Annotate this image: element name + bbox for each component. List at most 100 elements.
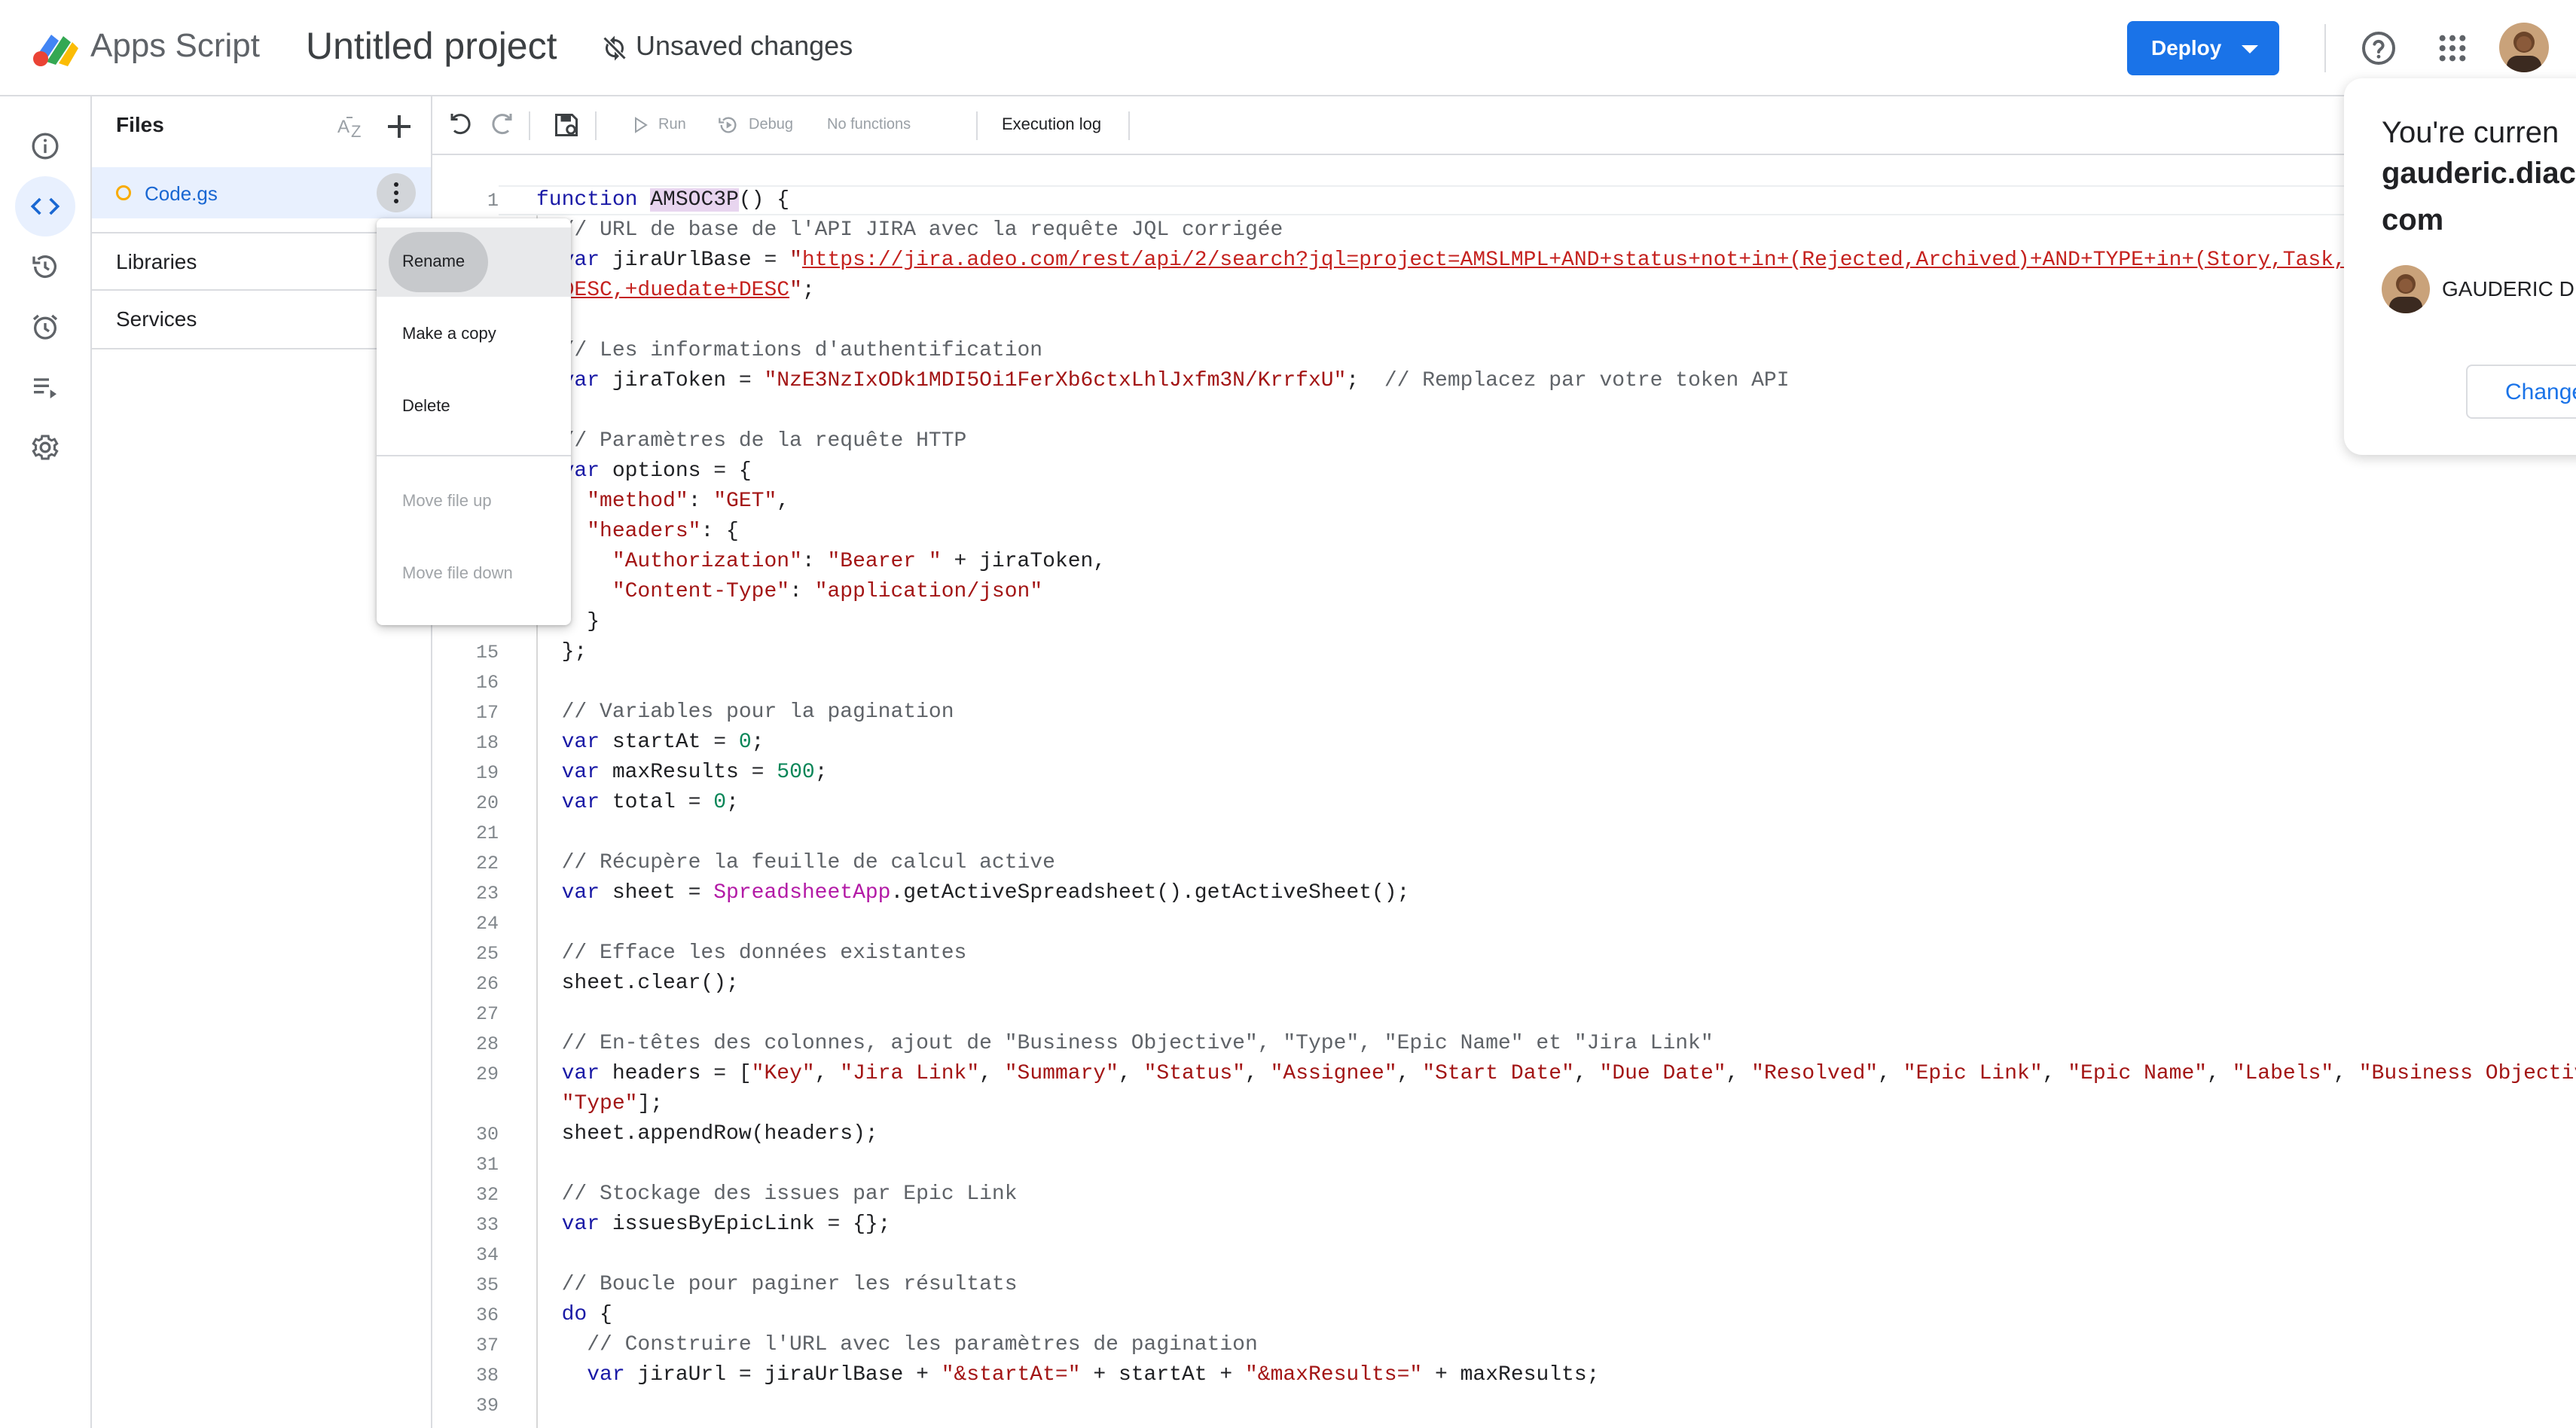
code-token: "Authorization" (612, 550, 802, 573)
project-title[interactable]: Untitled project (306, 24, 557, 68)
code-token: var (536, 1363, 638, 1387)
line-number: 28 (475, 1033, 499, 1055)
menu-item-move-down: Move file down (377, 539, 571, 609)
code-token: "Assignee" (1270, 1062, 1397, 1085)
code-line: "Type"]; (536, 1089, 663, 1119)
app-name[interactable]: Apps Script (90, 27, 260, 65)
rail-item-executions[interactable] (15, 357, 75, 417)
line-number: 1 (487, 190, 499, 212)
code-line: var issuesByEpicLink = {}; (536, 1210, 891, 1240)
code-token: + maxResults; (1422, 1363, 1600, 1387)
code-token: 500 (777, 761, 815, 784)
line-number: 30 (475, 1124, 499, 1146)
code-token: , (1726, 1062, 1752, 1085)
menu-divider (377, 455, 571, 456)
code-token: "Bearer " (827, 550, 942, 573)
account-email: gauderic.diac (2382, 157, 2576, 190)
code-token: "Status" (1143, 1062, 1246, 1085)
menu-item-make-copy[interactable]: Make a copy (377, 300, 571, 369)
file-more-button[interactable] (377, 173, 416, 212)
code-token: "Labels" (2232, 1062, 2334, 1085)
menu-item-delete[interactable]: Delete (377, 372, 571, 441)
line-number: 38 (475, 1365, 499, 1387)
code-token: total = (612, 791, 714, 814)
line-number: 27 (475, 1003, 499, 1025)
undo-icon[interactable] (447, 111, 475, 139)
debug-icon[interactable] (717, 114, 740, 136)
add-icon[interactable] (384, 111, 414, 142)
code-token: , (2042, 1062, 2068, 1085)
run-icon[interactable] (631, 116, 649, 134)
account-avatar[interactable] (2499, 23, 2549, 72)
menu-item-move-up: Move file up (377, 467, 571, 536)
more-vert-icon (394, 199, 398, 203)
help-icon[interactable] (2361, 30, 2397, 66)
list-play-icon (34, 378, 56, 398)
code-token: "Epic Link" (1903, 1062, 2043, 1085)
code-token: "application/json" (814, 580, 1043, 603)
code-editor[interactable]: 1 15 16 17 18 19 20 21 22 23 24 25 26 27 28 29 30 31 32 33 3… (432, 155, 2576, 1428)
code-token: var (536, 881, 612, 905)
run-button[interactable]: Run (658, 116, 686, 133)
code-line: var jiraToken = "NzE3NzIxODk1MDI5Oi1FerX… (536, 366, 1790, 396)
code-token: 0 (738, 731, 752, 754)
code-token: SpreadsheetApp (713, 881, 891, 905)
code-token: : (688, 490, 714, 513)
line-number: 19 (475, 762, 499, 784)
change-account-button[interactable]: Change (2466, 365, 2576, 419)
code-line: var jiraUrlBase = "https://jira.adeo.com… (536, 246, 2486, 276)
files-header: Files A Z (92, 96, 431, 155)
google-apps-icon[interactable] (2437, 33, 2468, 63)
function-select[interactable]: No functions (827, 116, 911, 133)
code-line: // Efface les données existantes (536, 938, 967, 969)
code-token: "Resolved" (1751, 1062, 1879, 1085)
code-token: "Key" (751, 1062, 815, 1085)
account-switch-popup: You're curren gauderic.diac com GAUDERIC… (2344, 78, 2576, 455)
redo-icon[interactable] (488, 111, 515, 139)
menu-item-label: Delete (402, 396, 450, 415)
code-line: DESC,+duedate+DESC"; (536, 276, 815, 306)
deploy-button[interactable]: Deploy (2127, 21, 2279, 75)
code-line: // Construire l'URL avec les paramètres … (536, 1330, 1258, 1360)
save-icon[interactable] (553, 111, 580, 139)
line-number: 31 (475, 1154, 499, 1176)
rail-item-settings[interactable] (15, 417, 75, 478)
code-token: // Variables pour la pagination (536, 700, 954, 724)
code-token: + jiraToken, (941, 550, 1106, 573)
gear-icon (32, 435, 59, 460)
top-bar: Apps Script Untitled project Unsaved cha… (0, 0, 2576, 96)
menu-item-rename[interactable]: Rename (377, 227, 571, 297)
unsaved-dot-icon (116, 185, 131, 200)
rail-item-overview[interactable] (15, 116, 75, 176)
apps-script-logo[interactable] (30, 26, 83, 71)
code-token: DESC,+duedate+DESC (561, 279, 790, 302)
code-token: , (1118, 1062, 1144, 1085)
code-token: 0 (713, 791, 727, 814)
code-token: issuesByEpicLink = {}; (612, 1213, 891, 1236)
rail-item-history[interactable] (15, 236, 75, 297)
sort-az-icon[interactable]: A Z (336, 111, 369, 142)
rail-item-editor[interactable] (15, 176, 75, 236)
code-icon (30, 197, 60, 215)
menu-item-label: Rename (402, 252, 465, 270)
code-line: // Les informations d'authentification (536, 336, 1043, 366)
file-item[interactable]: Code.gs (92, 167, 431, 218)
code-token: startAt = (612, 731, 739, 754)
code-token: options = { (612, 459, 752, 483)
editor-toolbar: Run Debug No functions Execution log (432, 96, 2576, 155)
line-number: 17 (475, 702, 499, 724)
code-token: sheet.clear(); (536, 972, 739, 995)
code-line: "method": "GET", (536, 487, 789, 517)
code-token: sheet = (612, 881, 714, 905)
code-token: sheet.appendRow(headers); (536, 1122, 878, 1146)
code-token: var (536, 731, 612, 754)
file-name: Code.gs (145, 182, 218, 205)
debug-button[interactable]: Debug (749, 116, 793, 133)
code-token: AMSOC3P (650, 188, 739, 212)
execution-log-button[interactable]: Execution log (1002, 114, 1101, 134)
line-number: 18 (475, 732, 499, 754)
rail-item-triggers[interactable] (15, 297, 75, 357)
line-number: 15 (475, 642, 499, 664)
code-token: , (1573, 1062, 1600, 1085)
services-label: Services (116, 307, 197, 331)
